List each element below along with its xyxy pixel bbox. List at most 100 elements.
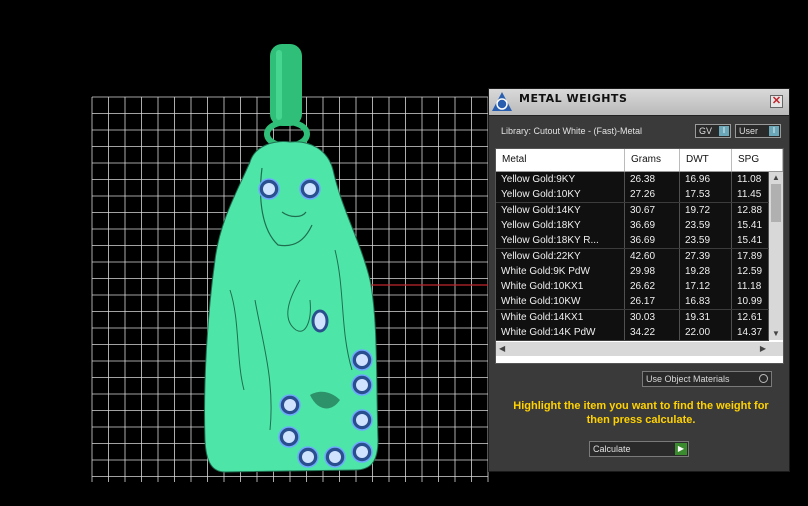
gemstone-facet (356, 354, 368, 366)
oval-gemstone[interactable] (311, 309, 329, 333)
column-header-dwt[interactable]: DWT (680, 149, 732, 171)
cell-spg: 12.59 (732, 263, 769, 279)
cell-spg: 15.41 (732, 233, 769, 249)
table-row[interactable]: White Gold:14K PdW 34.22 22.00 14.37 (496, 325, 769, 341)
calculate-label: Calculate (593, 444, 631, 454)
cell-spg: 11.45 (732, 187, 769, 203)
cell-spg: 10.99 (732, 294, 769, 310)
table-row[interactable]: Yellow Gold:18KY R... 36.69 23.59 15.41 (496, 233, 769, 250)
calculate-button[interactable]: Calculate ▶ (589, 441, 689, 457)
column-header-spg[interactable]: SPG (732, 149, 783, 171)
close-button[interactable]: ✕ (770, 95, 783, 108)
scroll-up-icon[interactable]: ▲ (772, 172, 780, 184)
cell-dwt: 22.00 (680, 325, 732, 340)
cell-metal: Yellow Gold:10KY (496, 187, 625, 203)
vertical-scrollbar[interactable]: ▲ ▼ (769, 172, 783, 340)
cell-metal: Yellow Gold:18KY R... (496, 233, 625, 249)
table-row[interactable]: Yellow Gold:10KY 27.26 17.53 11.45 (496, 187, 769, 204)
gemstone-facet (356, 379, 368, 391)
gv-toggle-label: GV (699, 126, 713, 136)
scroll-right-icon[interactable]: ▶ (760, 343, 766, 355)
metal-table[interactable]: Metal Grams DWT SPG Yellow Gold:9KY 26.38… (495, 148, 784, 364)
cell-metal: Yellow Gold:22KY (496, 248, 625, 264)
panel-title: METAL WEIGHTS (519, 92, 628, 105)
cell-metal: White Gold:10KX1 (496, 279, 625, 295)
table-row[interactable]: Yellow Gold:14KY 30.67 19.72 12.88 (496, 202, 769, 219)
cell-metal: Yellow Gold:18KY (496, 217, 625, 233)
app-logo-icon (492, 92, 512, 111)
cell-spg: 12.61 (732, 309, 769, 325)
gv-toggle[interactable]: GV I (695, 124, 731, 138)
horizontal-scrollbar[interactable]: ◀ ▶ (496, 342, 783, 356)
cell-spg: 11.08 (732, 172, 769, 187)
cell-metal: Yellow Gold:9KY (496, 172, 625, 187)
cell-dwt: 19.31 (680, 309, 732, 325)
cell-grams: 30.67 (625, 202, 680, 218)
gemstone-facet (302, 451, 314, 463)
panel-titlebar[interactable]: METAL WEIGHTS ✕ (489, 89, 789, 116)
cell-grams: 29.98 (625, 263, 680, 279)
gemstone-facet (356, 414, 368, 426)
gemstone-facet (263, 183, 275, 195)
cell-dwt: 27.39 (680, 248, 732, 264)
table-row[interactable]: White Gold:10KW 26.17 16.83 10.99 (496, 294, 769, 311)
cell-dwt: 17.12 (680, 279, 732, 295)
cell-grams: 42.60 (625, 248, 680, 264)
scroll-thumb[interactable] (771, 184, 781, 222)
cell-spg: 14.37 (732, 325, 769, 340)
table-header: Metal Grams DWT SPG (496, 149, 783, 172)
table-row[interactable]: Yellow Gold:22KY 42.60 27.39 17.89 (496, 248, 769, 265)
table-row[interactable]: White Gold:9K PdW 29.98 19.28 12.59 (496, 263, 769, 280)
cell-metal: White Gold:10KW (496, 294, 625, 310)
gemstone-facet (284, 399, 296, 411)
toggle-knob-icon: I (769, 126, 779, 136)
gemstone-facet (283, 431, 295, 443)
cell-dwt: 23.59 (680, 217, 732, 233)
cell-metal: Yellow Gold:14KY (496, 202, 625, 218)
cell-grams: 34.22 (625, 325, 680, 340)
table-row[interactable]: White Gold:14KX1 30.03 19.31 12.61 (496, 309, 769, 326)
cell-dwt: 19.72 (680, 202, 732, 218)
cell-spg: 11.18 (732, 279, 769, 295)
user-toggle-label: User (739, 126, 759, 136)
gemstone-facet (304, 183, 316, 195)
cell-spg: 15.41 (732, 217, 769, 233)
table-row[interactable]: White Gold:10KX1 26.62 17.12 11.18 (496, 279, 769, 296)
cell-grams: 30.03 (625, 309, 680, 325)
cell-spg: 17.89 (732, 248, 769, 264)
use-object-materials-option[interactable]: Use Object Materials (642, 371, 772, 387)
close-icon: ✕ (771, 95, 782, 107)
cell-metal: White Gold:9K PdW (496, 263, 625, 279)
cell-grams: 27.26 (625, 187, 680, 203)
gemstone-facet (356, 446, 368, 458)
scroll-left-icon[interactable]: ◀ (499, 343, 505, 355)
gemstone-facet (329, 451, 341, 463)
cell-metal: White Gold:14KX1 (496, 309, 625, 325)
cell-dwt: 17.53 (680, 187, 732, 203)
table-row[interactable]: Yellow Gold:18KY 36.69 23.59 15.41 (496, 217, 769, 234)
cell-grams: 26.38 (625, 172, 680, 187)
pendant-bail[interactable] (264, 44, 310, 149)
library-label: Library: Cutout White - (Fast)-Metal (501, 126, 643, 136)
cell-grams: 36.69 (625, 217, 680, 233)
use-object-materials-label: Use Object Materials (646, 374, 730, 384)
column-header-metal[interactable]: Metal (496, 149, 625, 171)
cell-metal: White Gold:14K PdW (496, 325, 625, 340)
column-header-grams[interactable]: Grams (625, 149, 680, 171)
cell-dwt: 23.59 (680, 233, 732, 249)
cell-dwt: 19.28 (680, 263, 732, 279)
toggle-knob-icon: I (719, 126, 729, 136)
cell-dwt: 16.83 (680, 294, 732, 310)
metal-weights-panel: METAL WEIGHTS ✕ Library: Cutout White - … (488, 88, 790, 472)
scroll-down-icon[interactable]: ▼ (772, 328, 780, 340)
instruction-text: Highlight the item you want to find the … (513, 400, 769, 426)
user-toggle[interactable]: User I (735, 124, 781, 138)
table-row[interactable]: Yellow Gold:9KY 26.38 16.96 11.08 (496, 172, 769, 188)
cell-dwt: 16.96 (680, 172, 732, 187)
cell-grams: 36.69 (625, 233, 680, 249)
cell-grams: 26.17 (625, 294, 680, 310)
play-arrow-icon: ▶ (675, 443, 687, 455)
radio-icon[interactable] (759, 374, 768, 383)
cell-spg: 12.88 (732, 202, 769, 218)
cell-grams: 26.62 (625, 279, 680, 295)
